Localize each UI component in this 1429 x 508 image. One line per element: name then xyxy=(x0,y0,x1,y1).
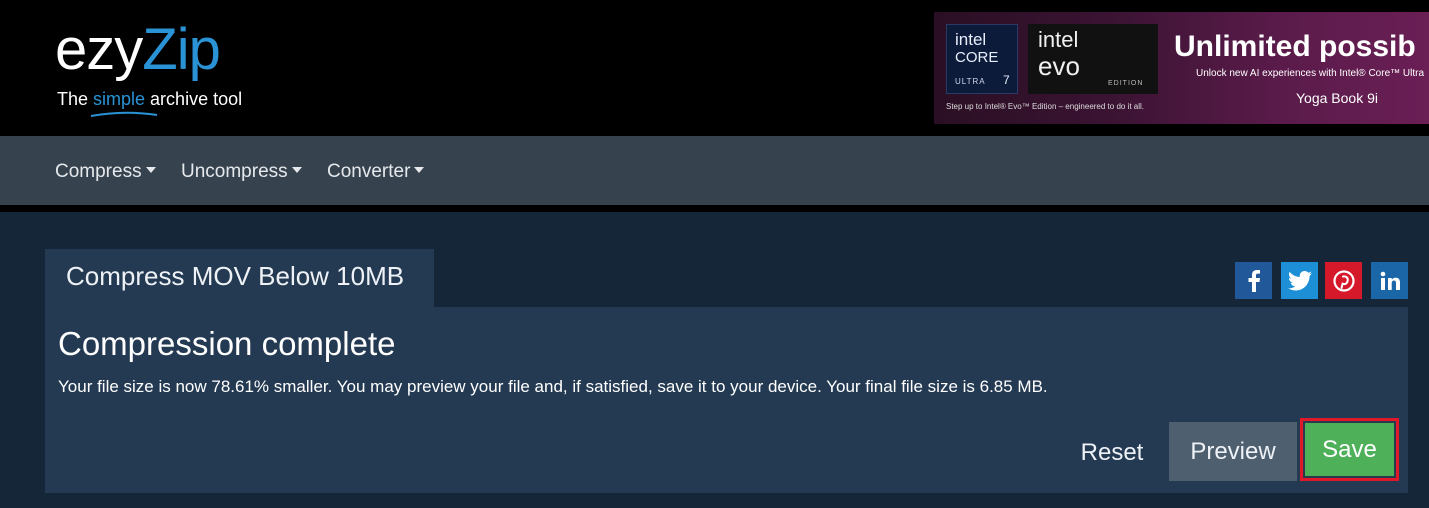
nav-divider xyxy=(0,205,1429,212)
facebook-icon xyxy=(1248,269,1260,292)
logo-swoosh-icon xyxy=(90,111,158,117)
share-twitter-button[interactable] xyxy=(1281,262,1318,299)
result-message: Your file size is now 78.61% smaller. Yo… xyxy=(58,377,1048,396)
reset-button[interactable]: Reset xyxy=(1067,425,1157,481)
twitter-icon xyxy=(1287,270,1312,290)
intel-core-ultra-badge: intel CORE ULTRA 7 xyxy=(946,24,1018,94)
nav-converter-dropdown[interactable]: Converter xyxy=(327,161,425,183)
pinterest-icon xyxy=(1332,269,1355,292)
caret-down-icon xyxy=(291,167,302,173)
logo-wordmark: ezyZip xyxy=(55,17,221,82)
share-pinterest-button[interactable] xyxy=(1325,262,1362,299)
ad-headline: Unlimited possib xyxy=(1174,30,1416,63)
share-facebook-button[interactable] xyxy=(1235,262,1272,299)
ad-model-name: Yoga Book 9i xyxy=(1296,90,1378,106)
preview-button[interactable]: Preview xyxy=(1169,422,1297,481)
linkedin-icon xyxy=(1380,271,1400,290)
ad-subtext: Step up to Intel® Evo™ Edition – enginee… xyxy=(946,102,1145,111)
nav-uncompress-dropdown[interactable]: Uncompress xyxy=(181,161,302,183)
page-title: Compress MOV Below 10MB xyxy=(66,261,405,291)
intel-evo-badge: intel evo EDITION xyxy=(1028,24,1158,94)
advertisement-banner[interactable]: intel CORE ULTRA 7 intel evo EDITION Ste… xyxy=(934,12,1429,124)
ad-tagline: Unlock new AI experiences with Intel® Co… xyxy=(1196,68,1425,79)
ezyzip-logo[interactable]: ezyZip The simple archive tool xyxy=(55,16,285,121)
nav-compress-dropdown[interactable]: Compress xyxy=(55,161,156,183)
tool-tab: Compress MOV Below 10MB xyxy=(45,249,434,307)
save-button-highlight: Save xyxy=(1300,418,1399,481)
main-nav: Compress Uncompress Converter xyxy=(0,136,1429,205)
caret-down-icon xyxy=(145,167,156,173)
share-linkedin-button[interactable] xyxy=(1371,262,1408,299)
site-header: ezyZip The simple archive tool intel COR… xyxy=(0,0,1429,136)
logo-tagline: The simple archive tool xyxy=(57,89,243,109)
save-button[interactable]: Save xyxy=(1305,423,1394,476)
caret-down-icon xyxy=(414,167,425,173)
result-heading: Compression complete xyxy=(58,325,396,362)
